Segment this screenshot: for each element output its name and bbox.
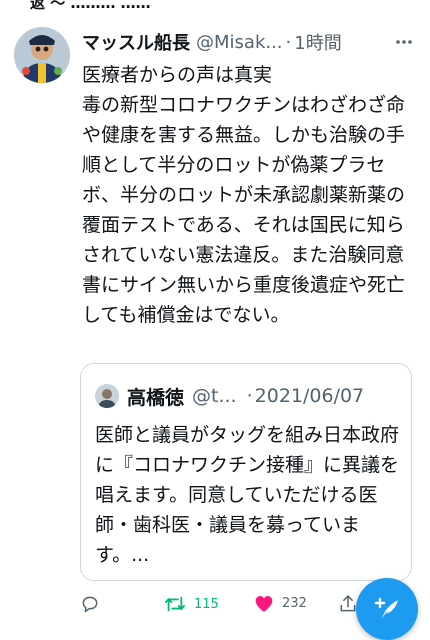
tweet-header: マッスル船長 @Misak... · 1時間 [82,28,418,56]
quoted-tweet[interactable]: 高橋徳 @t... · 2021/06/07 医師と議員がタッグを組み日本政府に… [80,363,412,581]
like-count: 232 [282,596,307,611]
compose-tweet-button[interactable] [356,578,418,640]
quoted-tweet-header: 高橋徳 @t... · 2021/06/07 [95,382,401,410]
retweet-count: 115 [194,596,219,612]
quoted-date: 2021/06/07 [254,385,365,407]
separator-dot: · [285,31,292,53]
retweet-icon [165,596,185,612]
author-handle[interactable]: @Misak... [196,32,283,53]
quoted-avatar [95,384,119,408]
author-name[interactable]: マッスル船長 [82,29,190,55]
retweet-button[interactable]: 115 [164,594,219,614]
avatar-image [14,27,70,83]
like-button[interactable]: 232 [254,594,307,613]
quoted-author-name: 高橋徳 [127,386,185,409]
tweet-time[interactable]: 1時間 [294,29,341,55]
avatar[interactable] [14,27,70,83]
more-icon[interactable] [392,31,416,53]
scrolled-previous-content: 返 ～ ……… …… [30,0,151,12]
quoted-tweet-text: 医師と議員がタッグを組み日本政府に『コロナワクチン接種』に異議を唱えます。同意し… [95,424,400,566]
tweet-text: 医療者からの声は真実 毒の新型コロナワクチンはわざわざ命や健康を害する無益。しか… [82,64,406,326]
compose-icon [374,597,398,619]
heart-icon [255,596,273,612]
quoted-separator: · [246,385,253,407]
quoted-author-handle: @t... [192,385,237,407]
share-icon[interactable] [338,594,358,614]
reply-icon[interactable] [80,594,100,614]
